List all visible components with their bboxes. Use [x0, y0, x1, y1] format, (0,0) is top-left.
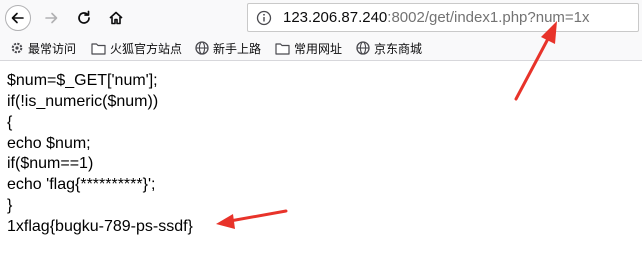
annotation-arrows — [216, 21, 557, 229]
url-arrow-annotation — [514, 21, 557, 101]
flag-arrow-annotation — [216, 209, 288, 229]
